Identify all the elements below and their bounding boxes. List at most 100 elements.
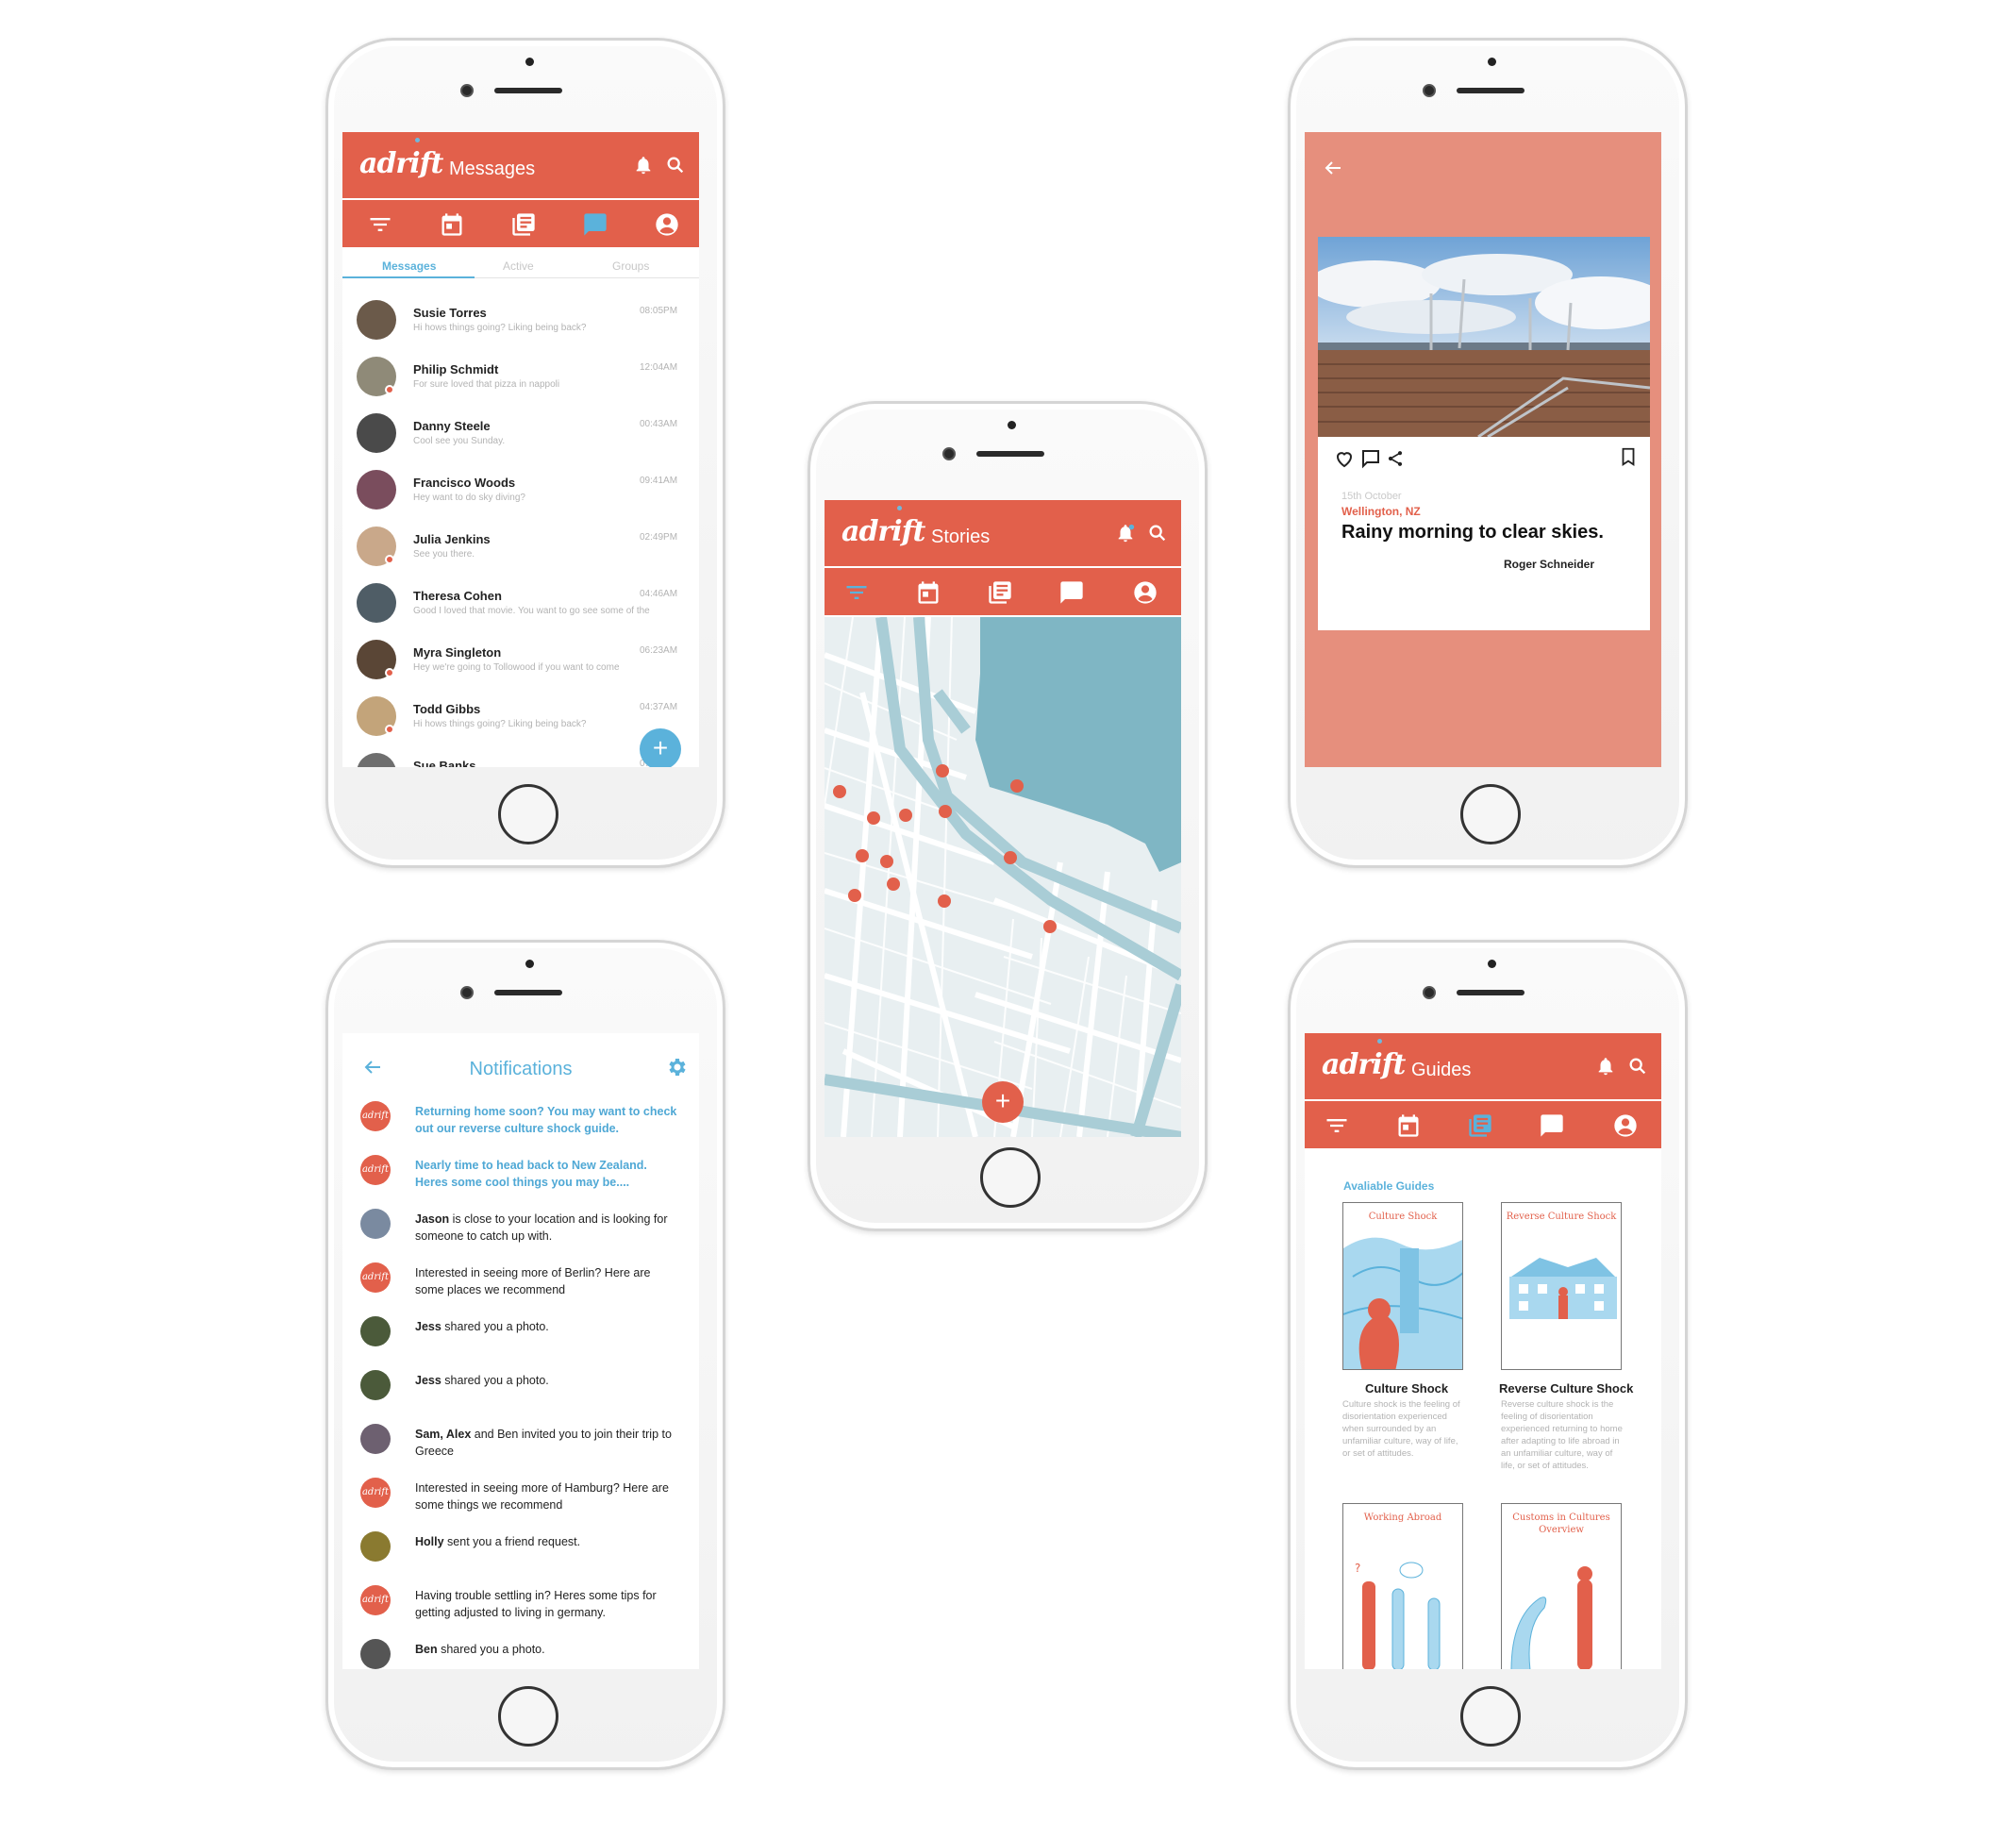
notification-text: Nearly time to head back to New Zealand.…	[415, 1157, 679, 1191]
avatar[interactable]	[357, 583, 396, 623]
new-message-button[interactable]: +	[640, 728, 681, 767]
calendar-icon[interactable]	[915, 579, 941, 606]
notification-item[interactable]: adrift Returning home soon? You may want …	[357, 1099, 687, 1148]
guide-card-working-abroad[interactable]: Working Abroad ?	[1342, 1503, 1463, 1669]
chat-icon[interactable]	[1539, 1112, 1565, 1139]
notification-item[interactable]: adrift Nearly time to head back to New Ze…	[357, 1153, 687, 1202]
profile-icon[interactable]	[1612, 1112, 1639, 1139]
guide-title[interactable]: Culture Shock	[1365, 1381, 1448, 1396]
message-row[interactable]: Francisco Woods Hey want to do sky diving…	[357, 470, 677, 525]
notification-item[interactable]: adrift Interested in seeing more of Hambu…	[357, 1476, 687, 1525]
message-row[interactable]: Danny Steele Cool see you Sunday. 00:43AM	[357, 413, 677, 468]
back-arrow-icon[interactable]	[1322, 157, 1344, 179]
search-icon[interactable]	[665, 155, 686, 176]
search-icon[interactable]	[1147, 523, 1168, 543]
notification-actor[interactable]: Jess	[415, 1320, 442, 1333]
avatar[interactable]	[360, 1424, 391, 1454]
bookmark-icon[interactable]	[1618, 445, 1639, 468]
tab-groups[interactable]: Groups	[612, 259, 649, 273]
notification-actor[interactable]: Jess	[415, 1374, 442, 1387]
profile-icon[interactable]	[654, 211, 680, 238]
guide-title[interactable]: Reverse Culture Shock	[1499, 1381, 1633, 1396]
story-card[interactable]: 15th October Wellington, NZ Rainy mornin…	[1318, 237, 1650, 630]
guides-icon[interactable]	[510, 211, 537, 238]
chat-icon[interactable]	[1058, 579, 1085, 606]
chat-icon[interactable]	[582, 211, 608, 238]
app-header: adrift Guides	[1305, 1033, 1661, 1099]
brand-logo[interactable]: adrift	[359, 147, 443, 180]
notification-item[interactable]: Jess shared you a photo.	[357, 1314, 687, 1363]
guides-icon[interactable]	[1467, 1112, 1493, 1139]
share-icon[interactable]	[1386, 449, 1405, 468]
notification-item[interactable]: adrift Interested in seeing more of Berli…	[357, 1261, 687, 1310]
message-row[interactable]: Theresa Cohen Good I loved that movie. Yo…	[357, 583, 677, 638]
logo-dot	[897, 506, 902, 510]
avatar[interactable]	[357, 470, 396, 510]
notification-item[interactable]: Holly sent you a friend request.	[357, 1529, 687, 1579]
notification-item[interactable]: Sam, Alex and Ben invited you to join th…	[357, 1422, 687, 1471]
home-button[interactable]	[1460, 784, 1521, 844]
notification-item[interactable]: Jason is close to your location and is l…	[357, 1207, 687, 1256]
message-time: 06:23AM	[640, 645, 678, 656]
add-story-button[interactable]: +	[982, 1081, 1024, 1123]
calendar-icon[interactable]	[439, 211, 465, 238]
avatar[interactable]	[357, 300, 396, 340]
app-header: adrift Stories	[825, 500, 1181, 566]
avatar[interactable]	[357, 413, 396, 453]
story-photo[interactable]	[1318, 237, 1650, 437]
bell-icon[interactable]	[633, 155, 654, 176]
tab-active[interactable]: Active	[503, 259, 534, 273]
brand-logo[interactable]: adrift	[1322, 1048, 1406, 1081]
filter-icon[interactable]	[367, 211, 393, 238]
message-time: 08:05PM	[640, 306, 678, 316]
avatar[interactable]	[360, 1370, 391, 1400]
notification-actor[interactable]: Holly	[415, 1535, 444, 1548]
filter-icon[interactable]	[843, 579, 870, 606]
avatar[interactable]	[360, 1209, 391, 1239]
notification-item[interactable]: Ben shared you a photo.	[357, 1637, 687, 1669]
notification-actor[interactable]: Jason	[415, 1212, 449, 1226]
notification-item[interactable]: adrift Having trouble settling in? Heres …	[357, 1583, 687, 1632]
profile-icon[interactable]	[1132, 579, 1158, 606]
bell-icon[interactable]	[1115, 523, 1136, 543]
message-row[interactable]: Myra Singleton Hey we're going to Tollowo…	[357, 640, 677, 694]
stories-map[interactable]	[825, 617, 1181, 1137]
filter-icon[interactable]	[1324, 1112, 1350, 1139]
home-button[interactable]	[980, 1147, 1041, 1208]
brand-logo[interactable]: adrift	[841, 515, 925, 548]
guide-card-culture-shock[interactable]: Culture Shock	[1342, 1202, 1463, 1370]
guide-card-reverse-culture-shock[interactable]: Reverse Culture Shock	[1501, 1202, 1622, 1370]
message-row[interactable]: Philip Schmidt For sure loved that pizza …	[357, 357, 677, 411]
notification-item[interactable]: Jess shared you a photo.	[357, 1368, 687, 1417]
notification-body: Interested in seeing more of Berlin? Her…	[415, 1266, 651, 1296]
message-row[interactable]: Julia Jenkins See you there. 02:49PM	[357, 527, 677, 581]
settings-icon[interactable]	[665, 1056, 688, 1078]
message-row[interactable]: Sue Banks07:	[357, 753, 677, 767]
story-location[interactable]: Wellington, NZ	[1341, 505, 1421, 518]
message-row[interactable]: Susie Torres Hi hows things going? Liking…	[357, 300, 677, 355]
avatar[interactable]	[360, 1531, 391, 1562]
calendar-icon[interactable]	[1395, 1112, 1422, 1139]
notification-actor[interactable]: Sam, Alex	[415, 1428, 471, 1441]
notification-actor[interactable]: Ben	[415, 1643, 438, 1656]
avatar[interactable]	[360, 1316, 391, 1346]
home-button[interactable]	[498, 1686, 558, 1747]
notification-text: Holly sent you a friend request.	[415, 1533, 679, 1550]
front-camera	[942, 447, 956, 460]
avatar[interactable]	[360, 1639, 391, 1669]
story-author[interactable]: Roger Schneider	[1504, 558, 1594, 571]
avatar[interactable]	[357, 753, 396, 767]
home-button[interactable]	[498, 784, 558, 844]
guides-icon[interactable]	[987, 579, 1013, 606]
notifications-screen: Notifications adrift Returning home soon?…	[342, 1033, 699, 1669]
comment-icon[interactable]	[1359, 447, 1382, 470]
culture-shock-illustration	[1343, 1237, 1462, 1369]
message-row[interactable]: Todd Gibbs Hi hows things going? Liking b…	[357, 696, 677, 751]
home-button[interactable]	[1460, 1686, 1521, 1747]
bell-icon[interactable]	[1595, 1056, 1616, 1077]
search-icon[interactable]	[1627, 1056, 1648, 1077]
guide-card-customs-in-cultures[interactable]: Customs in Cultures Overview	[1501, 1503, 1622, 1669]
like-icon[interactable]	[1333, 447, 1356, 470]
sensor-dot	[1008, 421, 1016, 429]
tab-messages[interactable]: Messages	[382, 259, 436, 273]
